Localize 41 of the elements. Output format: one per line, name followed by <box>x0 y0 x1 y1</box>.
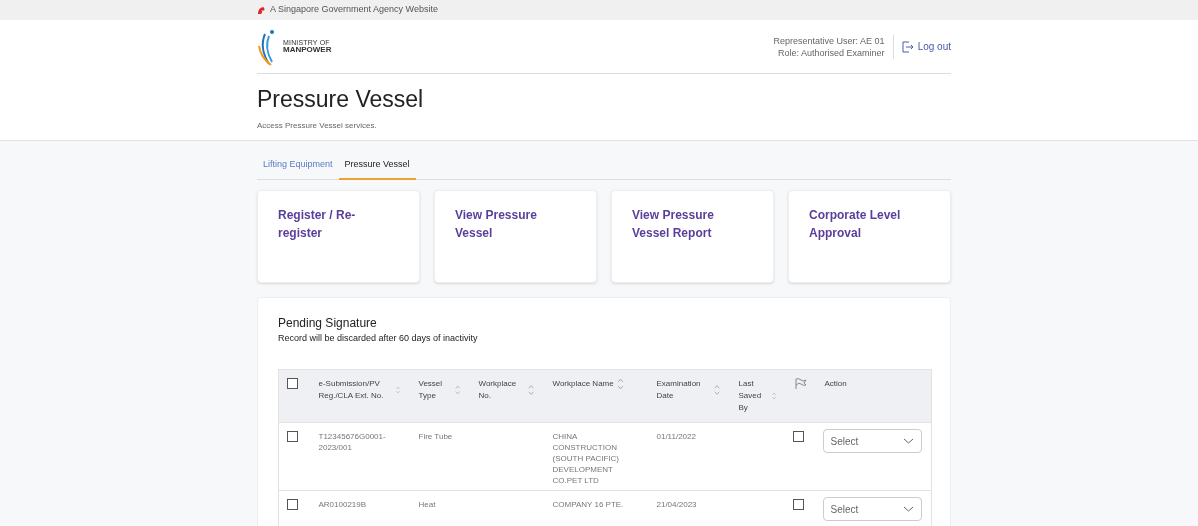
flag-checkbox[interactable] <box>792 431 804 442</box>
select-all-checkbox[interactable] <box>287 378 298 389</box>
service-card[interactable]: View Pressure Vessel Report <box>611 189 774 283</box>
logo-text: MANPOWER <box>283 46 332 54</box>
column-header[interactable]: Vessel Type <box>418 378 453 402</box>
column-header: Action <box>824 378 847 390</box>
logout-icon <box>901 40 914 53</box>
tab[interactable]: Lifting Equipment <box>257 158 339 180</box>
action-dropdown[interactable]: Select <box>822 429 922 453</box>
column-header[interactable]: Examination Date <box>656 378 712 402</box>
section-title: Pending Signature <box>278 314 378 332</box>
section-note: Record will be discarded after 60 days of inactivity <box>278 331 479 345</box>
flag-checkbox[interactable] <box>792 499 804 510</box>
table-cell: CHINA CONSTRUCTION (SOUTH PACIFIC) DEVELOPMENT CO.PET LTD <box>552 432 619 485</box>
chevron-down-icon <box>902 438 914 444</box>
table-cell: COMPANY 16 PTE. <box>552 500 624 509</box>
role-text: Role: Authorised Examiner <box>778 46 885 59</box>
column-header[interactable]: e-Submission/PV Reg./CLA Ext. No. <box>318 378 394 402</box>
chevron-down-icon <box>902 506 914 512</box>
row-checkbox[interactable] <box>287 431 298 442</box>
user-text: Representative User: AE 01 <box>773 34 885 47</box>
column-header[interactable]: Last Saved By <box>738 378 770 414</box>
page-subtitle: Access Pressure Vessel services. <box>257 120 378 132</box>
table-cell: Fire Tube <box>418 432 453 441</box>
table-cell: 01/11/2022 <box>656 432 696 441</box>
column-header[interactable]: Workplace No. <box>478 378 526 402</box>
tab[interactable]: Pressure Vessel <box>338 158 416 180</box>
page-title: Pressure Vessel <box>257 85 425 114</box>
logout-link[interactable]: Log out <box>893 39 951 54</box>
flag-icon <box>794 378 807 389</box>
table-cell: Heat <box>418 500 436 509</box>
row-checkbox[interactable] <box>287 499 298 510</box>
column-header[interactable]: Workplace Name <box>552 378 614 390</box>
action-dropdown[interactable]: Select <box>822 497 922 521</box>
table-cell: T12345676G0001-2023/001 <box>318 432 386 452</box>
service-card[interactable]: View Pressure Vessel <box>434 189 597 283</box>
table-cell: AR0100219B <box>318 500 367 509</box>
table-cell: 21/04/2023 <box>656 500 697 509</box>
government-banner-text: A Singapore Government Agency Website <box>270 3 438 17</box>
service-card[interactable]: Corporate Level Approval <box>788 189 951 283</box>
service-card[interactable]: Register / Re-register <box>257 189 420 283</box>
